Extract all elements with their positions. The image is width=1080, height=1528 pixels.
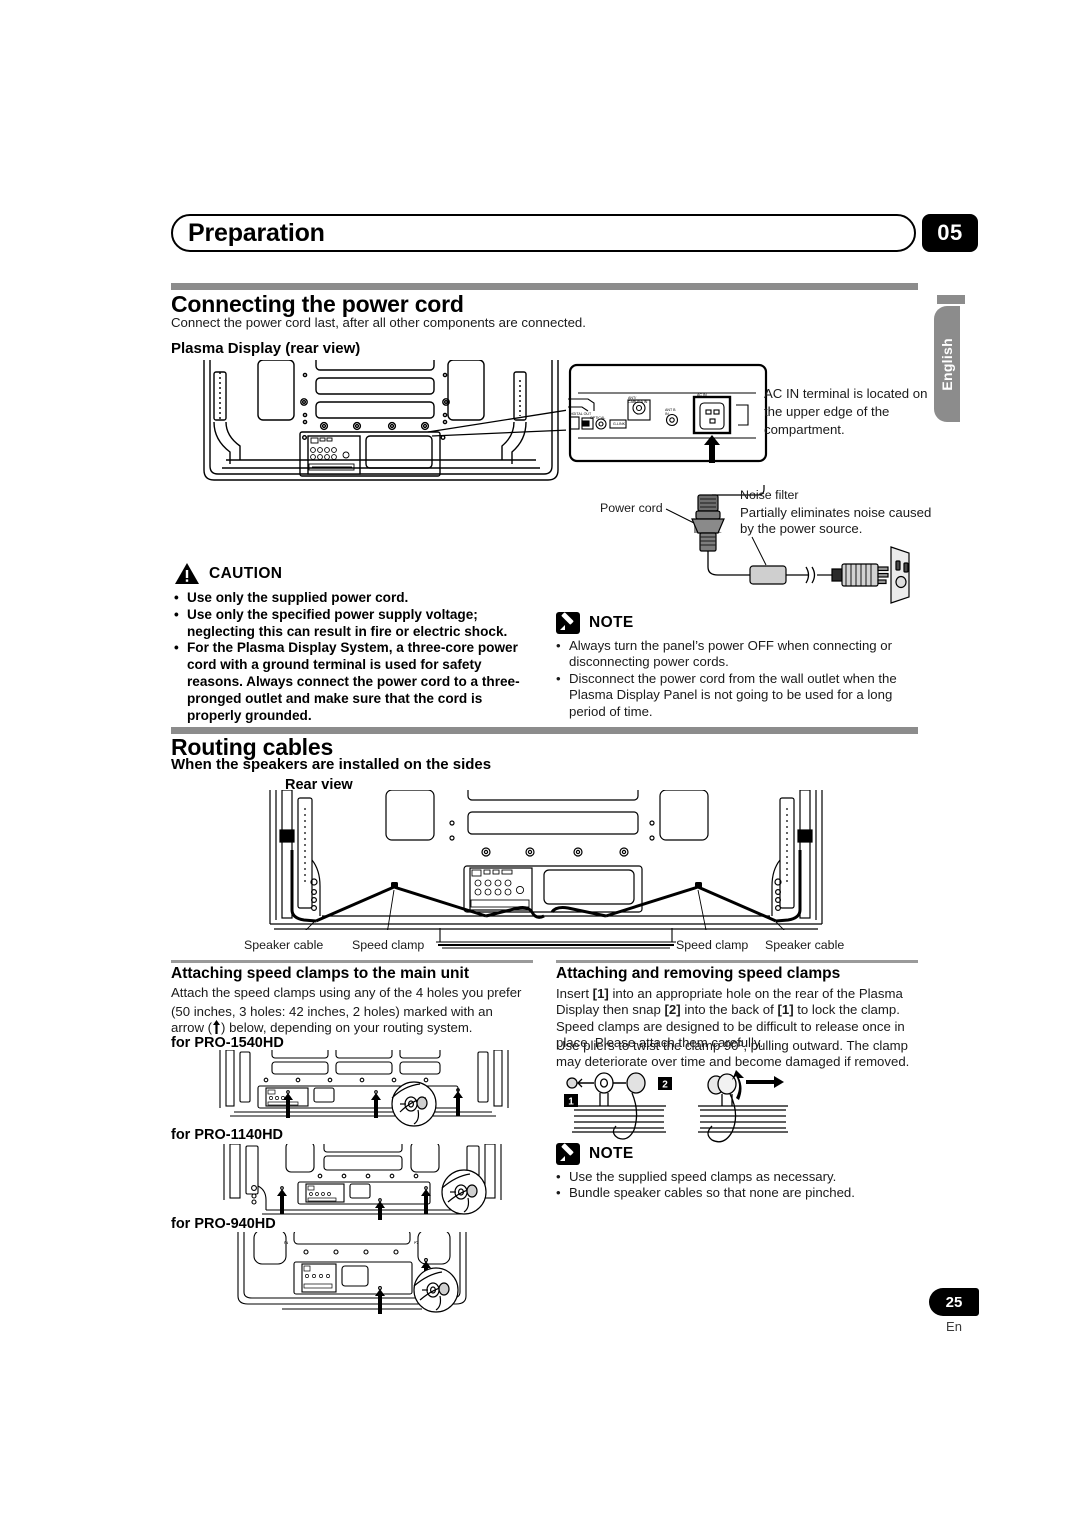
note-item: Bundle speaker cables so that none are p… xyxy=(556,1185,936,1202)
warning-triangle-icon xyxy=(174,562,200,585)
attaching-para-1: Attach the speed clamps using any of the… xyxy=(171,985,522,1000)
figure-label-plasma-rear-view: Plasma Display (rear view) xyxy=(171,340,361,357)
figure-clamp-steps: 1 2 xyxy=(560,1068,800,1148)
step-tag-2: [2] xyxy=(664,1002,681,1018)
attaching-para-2: (50 inches, 3 holes: 42 inches, 2 holes)… xyxy=(171,1004,511,1037)
step-tag-1: [1] xyxy=(592,986,609,1001)
step-tag-3: [1] xyxy=(777,1002,794,1018)
caution-title: CAUTION xyxy=(209,564,283,582)
model-label-pro-1140hd: for PRO-1140HD xyxy=(171,1127,284,1143)
page-number-badge: 25 xyxy=(929,1288,979,1316)
section-rule-power xyxy=(171,283,918,290)
pencil-note-icon xyxy=(556,612,580,634)
page-language-code: En xyxy=(946,1319,962,1334)
model-label-pro-1540hd: for PRO-1540HD xyxy=(171,1035,284,1051)
page-title: Preparation xyxy=(188,219,325,247)
pencil-note-icon xyxy=(556,1143,580,1165)
display-base-plinth xyxy=(436,928,676,950)
rear-view-routing-figure xyxy=(256,790,836,930)
label-speed-clamp-left: Speed clamp xyxy=(352,938,425,952)
callout-ac-in-terminal: AC IN terminal is located on the upper e… xyxy=(764,386,928,437)
heading-connecting-power-cord: Connecting the power cord xyxy=(171,291,464,317)
removing-text-3: into the back of xyxy=(680,1002,778,1018)
section-rule-routing xyxy=(171,727,918,734)
language-tab-marker xyxy=(937,295,965,304)
figure-pro-1540hd xyxy=(214,1050,514,1130)
svg-text:DIGITAL OUT: DIGITAL OUT xyxy=(569,412,592,416)
note-item: Use the supplied speed clamps as necessa… xyxy=(556,1169,936,1186)
note-power-header: NOTE xyxy=(556,612,634,634)
divider-attaching-left xyxy=(171,960,533,963)
svg-text:CABLE A IN: CABLE A IN xyxy=(628,400,648,404)
plasma-rear-view-figure xyxy=(196,360,566,490)
figure-pro-940hd: 2 3 xyxy=(228,1232,484,1318)
heading-removing-clamps: Attaching and removing speed clamps xyxy=(556,965,841,982)
callout-noise-filter-title: Noise filter xyxy=(740,488,799,502)
removing-text-1: Insert xyxy=(556,986,593,1001)
caution-item: Use only the supplied power cord. xyxy=(174,590,536,607)
note-power-title: NOTE xyxy=(589,614,634,631)
subheading-speakers-sides: When the speakers are installed on the s… xyxy=(171,756,492,773)
note-clamps-list: Use the supplied speed clamps as necessa… xyxy=(556,1169,936,1202)
removing-para-b: Use pliers to twist the clamp 90º, pulli… xyxy=(556,1038,910,1070)
note-clamps-title: NOTE xyxy=(589,1145,634,1162)
figure-pro-1140hd xyxy=(220,1144,505,1222)
note-power-list: Always turn the panel’s power OFF when c… xyxy=(556,638,918,720)
divider-removing-right xyxy=(556,960,918,963)
arrow-marker-icon xyxy=(212,1020,221,1035)
manual-page: Preparation 05 English Connecting the po… xyxy=(0,0,1080,1528)
language-tab-label: English xyxy=(939,337,955,391)
caution-item: For the Plasma Display System, a three-c… xyxy=(174,640,536,724)
callout-noise-filter-desc: Partially eliminates noise caused by the… xyxy=(740,505,932,536)
svg-text:2: 2 xyxy=(662,1080,668,1091)
attaching-para-2-post: ) below, depending on your routing syste… xyxy=(221,1020,473,1036)
label-speed-clamp-right: Speed clamp xyxy=(676,938,749,952)
caution-item: Use only the specified power supply volt… xyxy=(174,607,536,641)
svg-text:2: 2 xyxy=(284,1241,290,1244)
svg-text:OPTICAL: OPTICAL xyxy=(590,416,605,420)
label-speaker-cable-right: Speaker cable xyxy=(765,938,845,952)
power-cord-intro: Connect the power cord last, after all o… xyxy=(171,315,586,330)
svg-text:3: 3 xyxy=(414,1241,420,1244)
svg-text:AC IN: AC IN xyxy=(697,393,707,397)
callout-power-cord: Power cord xyxy=(600,501,663,515)
svg-text:IN: IN xyxy=(665,412,669,416)
label-speaker-cable-left: Speaker cable xyxy=(244,938,324,952)
model-label-pro-940hd: for PRO-940HD xyxy=(171,1216,276,1232)
caution-header: CAUTION xyxy=(174,562,282,585)
svg-text:G-LINK: G-LINK xyxy=(613,422,626,426)
heading-attaching-clamps: Attaching speed clamps to the main unit xyxy=(171,965,469,982)
caution-list: Use only the supplied power cord. Use on… xyxy=(174,590,536,724)
note-item: Disconnect the power cord from the wall … xyxy=(556,671,918,720)
note-item: Always turn the panel’s power OFF when c… xyxy=(556,638,918,671)
ac-in-terminal-detail: ANT/ CABLE A IN ANT B IN AC IN DIGITAL O… xyxy=(568,363,768,463)
chapter-number-badge: 05 xyxy=(922,214,978,252)
note-clamps-header: NOTE xyxy=(556,1143,634,1165)
